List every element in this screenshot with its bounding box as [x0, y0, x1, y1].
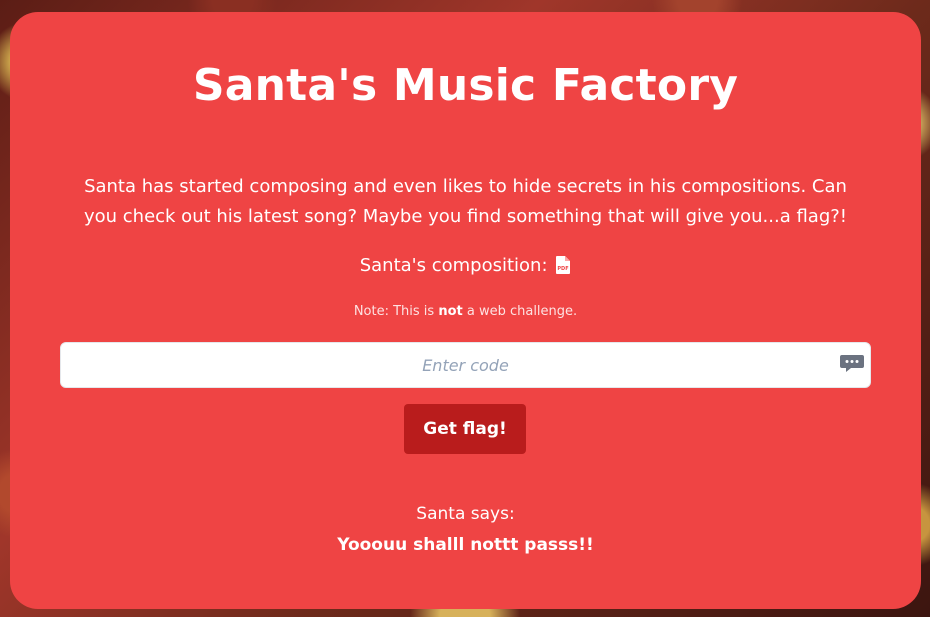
note-text: Note: This is not a web challenge. — [10, 304, 921, 319]
composition-row: Santa's composition: PDF — [10, 254, 921, 282]
santa-says-label: Santa says: — [416, 504, 515, 524]
get-flag-button[interactable]: Get flag! — [404, 404, 526, 454]
note-prefix: Note: This is — [353, 304, 439, 319]
pdf-file-icon[interactable]: PDF — [555, 255, 571, 282]
challenge-description: Santa has started composing and even lik… — [83, 176, 848, 227]
svg-text:PDF: PDF — [558, 266, 569, 272]
santa-response-message: Yooouu shalll nottt passs!! — [337, 535, 594, 555]
note-emphasis: not — [438, 304, 463, 319]
composition-label: Santa's composition: — [359, 255, 548, 276]
main-card: Santa's Music Factory Santa has started … — [10, 12, 921, 609]
note-suffix: a web challenge. — [462, 304, 578, 319]
code-input[interactable] — [60, 342, 871, 388]
chat-bubble-icon[interactable] — [839, 354, 865, 378]
code-input-wrapper — [60, 342, 871, 388]
page-title: Santa's Music Factory — [192, 60, 739, 111]
